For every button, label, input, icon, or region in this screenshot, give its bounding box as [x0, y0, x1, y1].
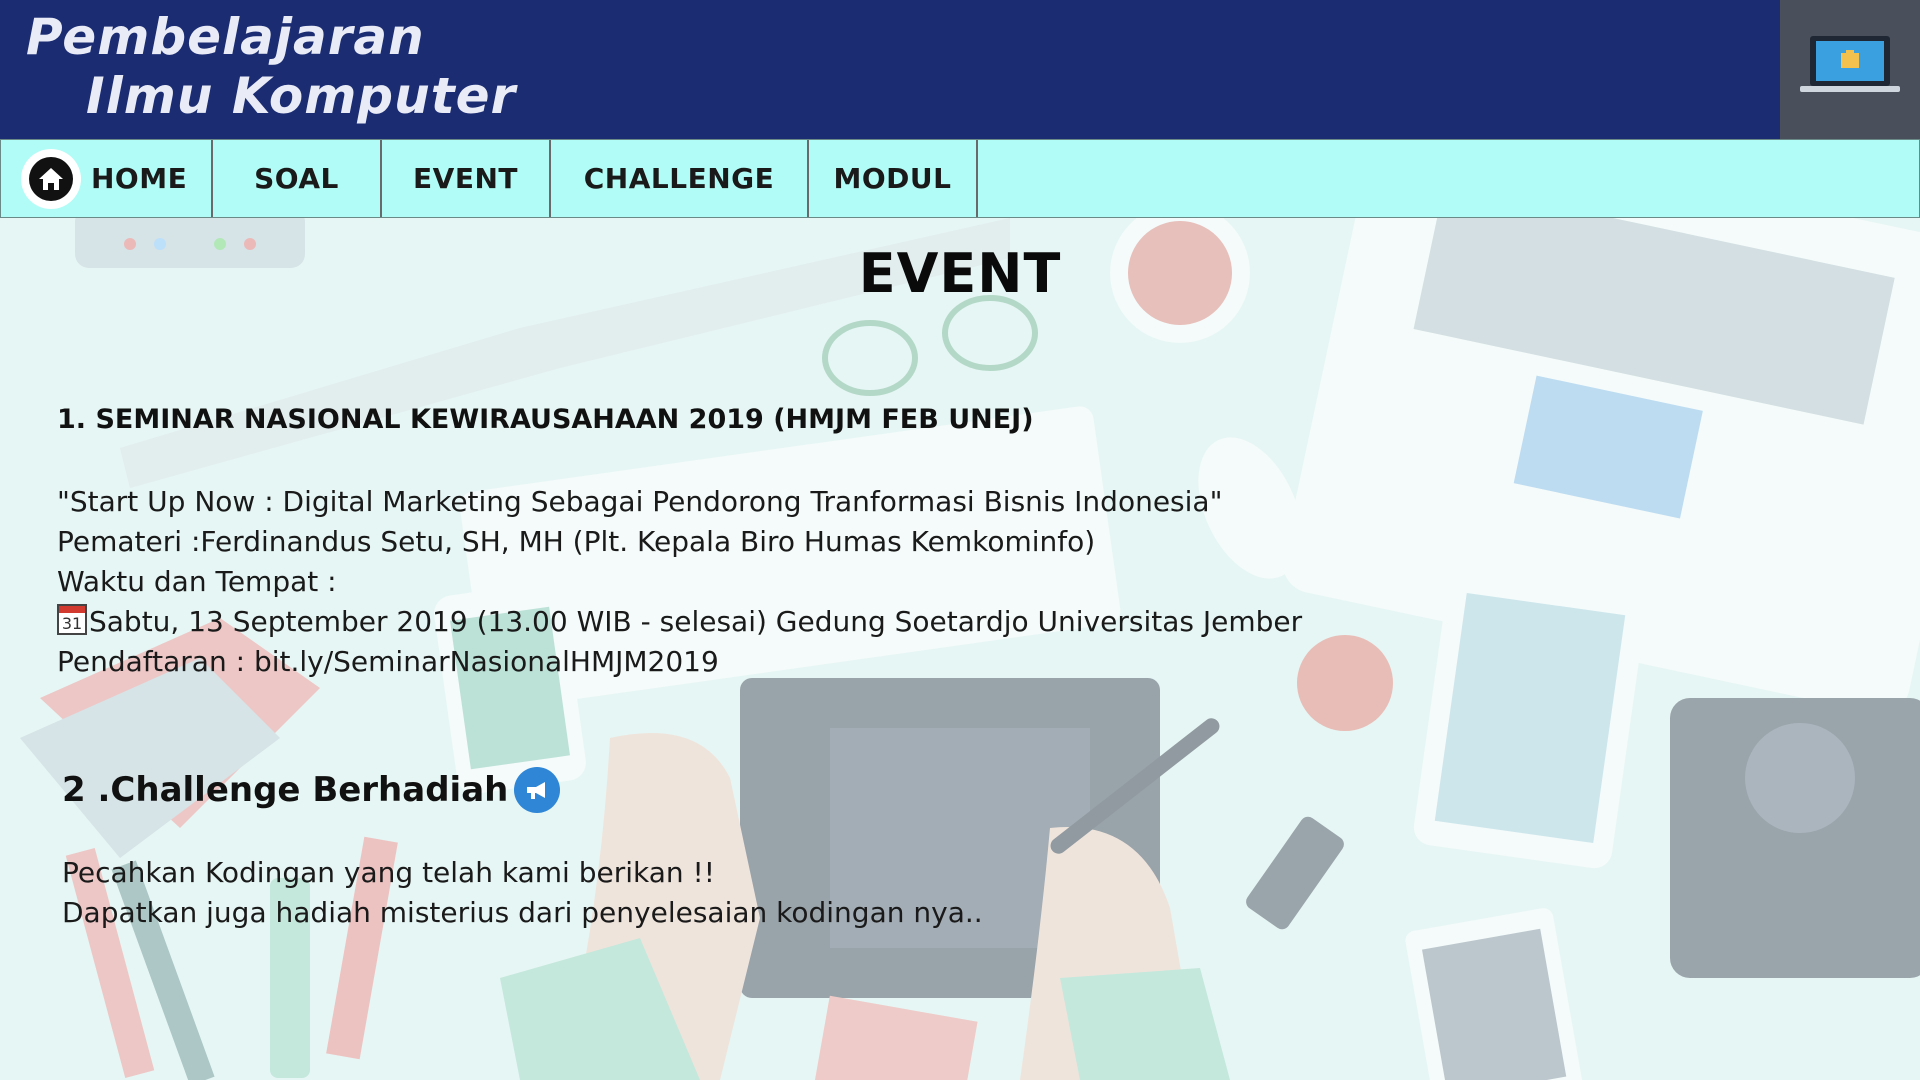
event-1-title: 1. SEMINAR NASIONAL KEWIRAUSAHAAN 2019 (…	[57, 404, 1034, 435]
site-brand[interactable]: Pembelajaran Ilmu Komputer	[26, 8, 516, 126]
event-2-line-2: Dapatkan juga hadiah misterius dari peny…	[62, 896, 983, 929]
nav-challenge[interactable]: CHALLENGE	[551, 140, 809, 217]
event-1-details: "Start Up Now : Digital Marketing Sebaga…	[57, 482, 1302, 682]
event-1-date-line: 31 Sabtu, 13 September 2019 (13.00 WIB - …	[57, 602, 1302, 642]
event-1-theme: "Start Up Now : Digital Marketing Sebaga…	[57, 485, 1223, 518]
site-header: Pembelajaran Ilmu Komputer	[0, 0, 1920, 139]
brand-line-1: Pembelajaran	[26, 8, 425, 66]
main-nav: HOME SOAL EVENT CHALLENGE MODUL	[0, 139, 1920, 218]
page-title: EVENT	[858, 242, 1062, 305]
nav-modul[interactable]: MODUL	[809, 140, 978, 217]
brand-line-2: Ilmu Komputer	[86, 67, 517, 125]
event-1-date: Sabtu, 13 September 2019 (13.00 WIB - se…	[89, 605, 1303, 638]
laptop-icon	[1800, 36, 1900, 92]
megaphone-icon	[514, 767, 561, 813]
event-2-title: 2 .Challenge Berhadiah	[62, 770, 509, 810]
nav-soal[interactable]: SOAL	[213, 140, 382, 217]
nav-home-label: HOME	[91, 162, 188, 195]
home-icon	[21, 148, 81, 209]
event-1-time-label: Waktu dan Tempat :	[57, 565, 337, 598]
nav-event-label: EVENT	[413, 162, 518, 195]
nav-home[interactable]: HOME	[1, 140, 213, 217]
nav-modul-label: MODUL	[833, 162, 952, 195]
calendar-icon-day: 31	[61, 614, 83, 633]
event-2-line-1: Pecahkan Kodingan yang telah kami berika…	[62, 856, 715, 889]
nav-event[interactable]: EVENT	[382, 140, 551, 217]
event-2-title-row: 2 .Challenge Berhadiah	[62, 767, 561, 813]
nav-challenge-label: CHALLENGE	[583, 162, 775, 195]
logo-box	[1780, 0, 1920, 139]
event-1-speaker: Pemateri :Ferdinandus Setu, SH, MH (Plt.…	[57, 525, 1096, 558]
event-1-registration: Pendaftaran : bit.ly/SeminarNasionalHMJM…	[57, 645, 719, 678]
event-2-details: Pecahkan Kodingan yang telah kami berika…	[62, 853, 983, 933]
calendar-icon: 31	[57, 604, 87, 635]
nav-soal-label: SOAL	[254, 162, 339, 195]
